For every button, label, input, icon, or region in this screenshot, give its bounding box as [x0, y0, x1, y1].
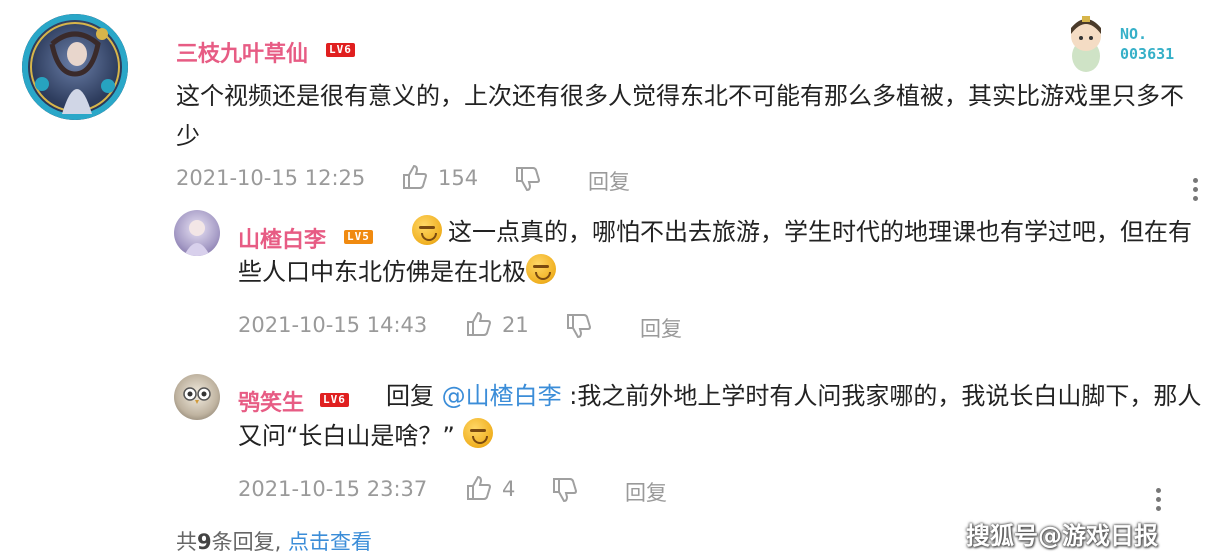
thumbs-down-icon — [516, 167, 541, 192]
dislike-button[interactable] — [566, 313, 592, 343]
reply-text-body: :我之前外地上学时有人问我家哪的，我说长白山脚下，那人又问“长白山是啥？” — [238, 382, 1202, 450]
fan-badge-avatar — [1062, 14, 1110, 74]
like-count: 4 — [502, 477, 516, 501]
like-button[interactable] — [466, 311, 492, 341]
more-options-icon[interactable] — [1193, 178, 1199, 205]
chibi-character-icon — [1071, 16, 1101, 72]
thumbs-up-icon — [403, 164, 428, 189]
avatar-art-icon — [22, 14, 128, 120]
thumbs-down-icon — [553, 478, 578, 503]
thumbs-down-icon — [567, 314, 592, 339]
thumbs-up-icon — [467, 475, 492, 500]
reply-button[interactable]: 回复 — [640, 313, 682, 343]
like-count: 154 — [438, 166, 479, 190]
reply-text: 这一点真的，哪怕不出去旅游，学生时代的地理课也有学过吧，但在有些人口中东北仿佛是… — [238, 212, 1213, 292]
like-button[interactable] — [402, 164, 428, 194]
level-badge: LV6 — [326, 43, 355, 57]
timestamp: 2021-10-15 14:43 — [238, 313, 428, 337]
timestamp: 2021-10-15 12:25 — [176, 166, 366, 190]
replies-summary: 共9条回复, 点击查看 — [176, 526, 372, 556]
badge-line1: NO. — [1120, 25, 1148, 43]
laugh-emoji-icon — [462, 418, 493, 448]
mention-link[interactable]: @山楂白李 — [442, 382, 562, 410]
total-prefix: 共 — [176, 530, 197, 554]
badge-line2: 003631 — [1120, 45, 1175, 63]
total-suffix: 条回复, — [211, 530, 282, 554]
laugh-emoji-icon — [526, 254, 556, 284]
timestamp: 2021-10-15 23:37 — [238, 477, 428, 501]
owl-avatar-icon — [183, 387, 211, 404]
avatar[interactable] — [174, 374, 220, 420]
reply-text: 回复 @山楂白李 :我之前外地上学时有人问我家哪的，我说长白山脚下，那人又问“长… — [238, 376, 1213, 456]
fan-number-badge: NO. 003631 — [1120, 24, 1174, 64]
view-replies-link[interactable]: 点击查看 — [288, 530, 372, 554]
avatar-art-icon — [184, 220, 210, 256]
total-count: 9 — [197, 530, 212, 554]
username[interactable]: 三枝九叶草仙 — [176, 36, 308, 68]
comment-text: 这个视频还是很有意义的，上次还有很多人觉得东北不可能有那么多植被，其实比游戏里只… — [176, 82, 1184, 150]
reply-button[interactable]: 回复 — [625, 477, 667, 507]
more-options-icon[interactable] — [1156, 488, 1162, 515]
like-count: 21 — [502, 313, 529, 337]
avatar[interactable] — [22, 14, 128, 120]
dislike-button[interactable] — [515, 166, 541, 196]
dislike-button[interactable] — [552, 477, 578, 507]
thumbs-up-icon — [467, 311, 492, 336]
reply-text-body: 这一点真的，哪怕不出去旅游，学生时代的地理课也有学过吧，但在有些人口中东北仿佛是… — [238, 218, 1192, 286]
watermark: 搜狐号@游戏日报 — [966, 522, 1158, 550]
reply-prefix: 回复 — [386, 382, 434, 410]
reply-button[interactable]: 回复 — [588, 166, 630, 196]
avatar[interactable] — [174, 210, 220, 256]
like-button[interactable] — [466, 475, 492, 505]
